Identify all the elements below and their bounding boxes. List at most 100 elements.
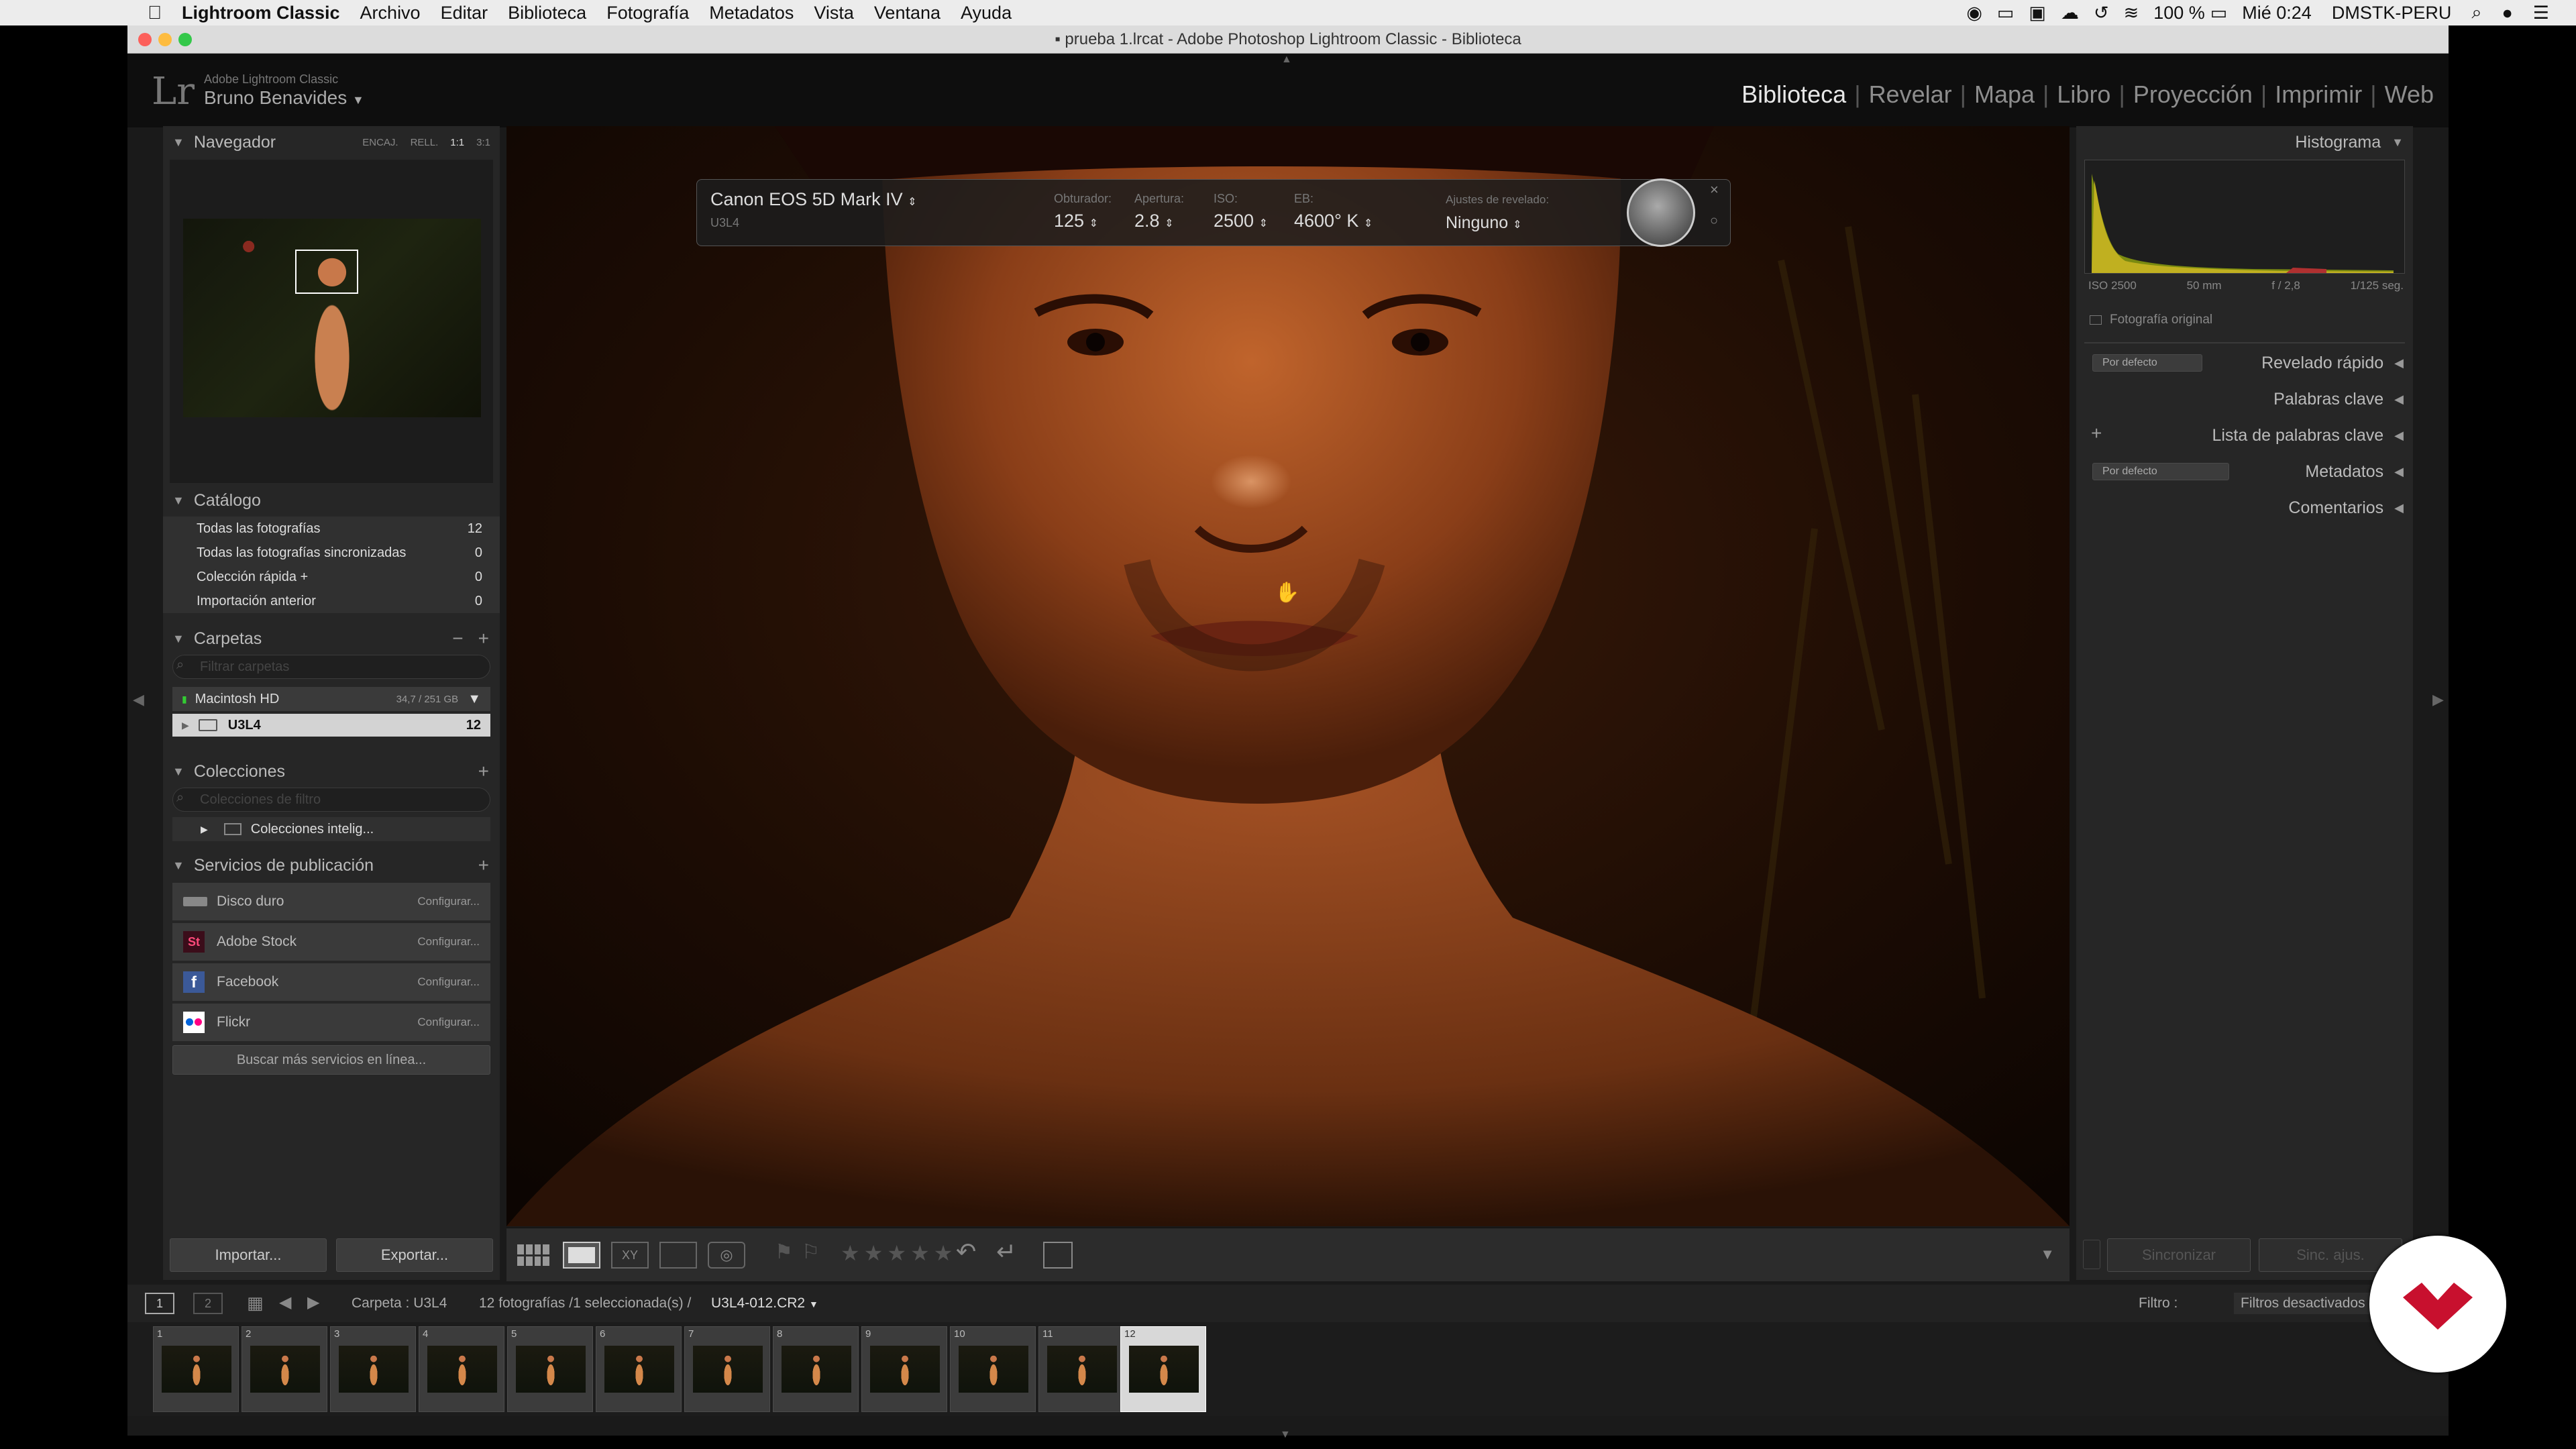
forward-arrow-icon[interactable]: ▶ [307, 1293, 319, 1312]
shutter-value[interactable]: 125 ⇕ [1054, 211, 1098, 231]
zoom-fit[interactable]: ENCAJ. [362, 137, 398, 148]
notification-center-icon[interactable]: ☰ [2533, 3, 2549, 23]
export-button[interactable]: Exportar... [336, 1238, 493, 1272]
folder-row-selected[interactable]: ▶ U3L4 12 [172, 714, 490, 737]
menu-fotografia[interactable]: Fotografía [606, 3, 689, 23]
zoom-window-button[interactable] [178, 33, 192, 46]
folders-search-input[interactable]: Filtrar carpetas [172, 655, 490, 679]
keywords-header[interactable]: Palabras clave ◀ [2076, 381, 2413, 417]
publish-service-facebook[interactable]: f Facebook Configurar... [172, 963, 490, 1001]
filmstrip-thumb[interactable]: 9 [861, 1326, 947, 1412]
close-icon[interactable]: × [1710, 181, 1719, 199]
volume-row[interactable]: ▮ Macintosh HD 34,7 / 251 GB ▼ [172, 687, 490, 711]
filmstrip-thumb[interactable]: 6 [596, 1326, 682, 1412]
zoom-3-1[interactable]: 3:1 [476, 137, 490, 148]
record-icon[interactable]: ◉ [1966, 3, 1982, 23]
menu-ayuda[interactable]: Ayuda [961, 3, 1012, 23]
flag-pick-icon[interactable]: ⚑ [775, 1240, 793, 1264]
people-view-icon[interactable]: ◎ [708, 1242, 745, 1269]
grid-icon[interactable]: ▦ [247, 1293, 264, 1313]
configure-link[interactable]: Configurar... [417, 895, 480, 908]
configure-link[interactable]: Configurar... [417, 1016, 480, 1029]
add-keyword-icon[interactable]: + [2091, 423, 2102, 444]
siri-icon[interactable]: ● [2502, 3, 2512, 23]
disclosure-triangle-icon[interactable]: ▶ [201, 824, 208, 835]
rotate-left-icon[interactable]: ↶ [956, 1238, 976, 1266]
original-photo-checkbox[interactable]: Fotografía original [2090, 313, 2212, 327]
survey-view-icon[interactable] [659, 1242, 697, 1269]
loupe-view-icon[interactable] [563, 1242, 600, 1269]
metadata-header[interactable]: Por defecto Metadatos ◀ [2076, 453, 2413, 490]
iso-value[interactable]: 2500 ⇕ [1214, 211, 1268, 231]
filmstrip-thumb[interactable]: 8 [773, 1326, 859, 1412]
quick-develop-header[interactable]: Por defecto Revelado rápido ◀ [2076, 345, 2413, 381]
module-mapa[interactable]: Mapa [1974, 80, 2035, 109]
record-indicator-icon[interactable]: ○ [1710, 213, 1718, 229]
menu-archivo[interactable]: Archivo [360, 3, 421, 23]
preset-value[interactable]: Ninguno ⇕ [1446, 213, 1522, 233]
selected-file-name[interactable]: U3L4-012.CR2 ▼ [711, 1295, 818, 1311]
collapse-right-icon[interactable]: ▶ [2432, 691, 2444, 708]
menu-app[interactable]: Lightroom Classic [182, 3, 340, 23]
identity-user[interactable]: Bruno Benavides ▼ [204, 87, 364, 109]
filmstrip-thumb[interactable]: 4 [419, 1326, 504, 1412]
collections-search-input[interactable]: Colecciones de filtro [172, 788, 490, 812]
disclosure-triangle-icon[interactable]: ▶ [182, 720, 189, 731]
cast-icon[interactable]: ▣ [2029, 3, 2046, 23]
configure-link[interactable]: Configurar... [417, 935, 480, 949]
chevron-down-icon[interactable]: ▼ [468, 692, 481, 707]
rotate-right-icon[interactable]: ↵ [996, 1238, 1016, 1266]
smart-collections-row[interactable]: ▶ Colecciones intelig... [172, 817, 490, 841]
menu-ventana[interactable]: Ventana [874, 3, 941, 23]
shutter-release-button[interactable] [1627, 178, 1695, 247]
metadata-preset-select[interactable]: Por defecto [2092, 463, 2229, 480]
catalog-header[interactable]: ▼ Catálogo [163, 484, 500, 517]
battery-icon[interactable]: ▭ [2210, 3, 2228, 23]
histogram-chart[interactable] [2084, 160, 2405, 274]
collapse-bottom-icon[interactable]: ▼ [1280, 1429, 1291, 1441]
main-window-button[interactable]: 1 [145, 1293, 174, 1314]
navigator-preview[interactable] [170, 160, 493, 483]
configure-link[interactable]: Configurar... [417, 975, 480, 989]
folders-header[interactable]: ▼ Carpetas − + [163, 623, 500, 655]
publish-service-flickr[interactable]: Flickr Configurar... [172, 1004, 490, 1041]
module-revelar[interactable]: Revelar [1869, 80, 1952, 109]
star-rating[interactable]: ★★★★★ [841, 1240, 957, 1266]
sync-button[interactable]: Sincronizar [2107, 1238, 2251, 1272]
filmstrip-thumb-selected[interactable]: 12 [1120, 1326, 1206, 1412]
filmstrip-thumb[interactable]: 2 [241, 1326, 327, 1412]
publish-header[interactable]: ▼ Servicios de publicación + [163, 849, 500, 881]
add-folder-icon[interactable]: + [478, 628, 489, 649]
histogram-header[interactable]: Histograma ▼ [2076, 126, 2413, 158]
grid-view-icon[interactable] [515, 1242, 552, 1269]
clock[interactable]: Mié 0:24 [2242, 3, 2312, 23]
find-more-services-button[interactable]: Buscar más servicios en línea... [172, 1045, 490, 1075]
menu-biblioteca[interactable]: Biblioteca [508, 3, 586, 23]
module-imprimir[interactable]: Imprimir [2275, 80, 2362, 109]
add-service-icon[interactable]: + [478, 855, 489, 876]
navigator-zoom-frame[interactable] [295, 250, 358, 294]
publish-service-adobe-stock[interactable]: St Adobe Stock Configurar... [172, 923, 490, 961]
checkbox-icon[interactable] [2090, 315, 2102, 325]
quick-develop-preset-select[interactable]: Por defecto [2092, 354, 2202, 372]
module-libro[interactable]: Libro [2057, 80, 2110, 109]
close-window-button[interactable] [138, 33, 152, 46]
user-name[interactable]: DMSTK-PERU [2332, 3, 2452, 23]
navigator-header[interactable]: ▼ Navegador ENCAJ. RELL. 1:1 3:1 [163, 126, 500, 158]
toolbar-options-chevron-icon[interactable]: ▼ [2040, 1246, 2055, 1263]
zoom-fill[interactable]: RELL. [411, 137, 439, 148]
menu-metadatos[interactable]: Metadatos [709, 3, 794, 23]
module-biblioteca[interactable]: Biblioteca [1741, 80, 1846, 109]
collapse-left-icon[interactable]: ◀ [133, 691, 144, 708]
compare-view-icon[interactable]: XY [611, 1242, 649, 1269]
crop-overlay-icon[interactable] [1043, 1242, 1073, 1269]
collapse-top-icon[interactable]: ▲ [1281, 54, 1292, 66]
filmstrip-thumb[interactable]: 5 [507, 1326, 593, 1412]
remove-folder-icon[interactable]: − [452, 628, 463, 649]
filmstrip-thumb[interactable]: 7 [684, 1326, 770, 1412]
camera-model[interactable]: Canon EOS 5D Mark IV ⇕ [710, 189, 917, 210]
sync-toggle[interactable] [2083, 1240, 2100, 1269]
filmstrip-thumb[interactable]: 3 [330, 1326, 416, 1412]
menu-editar[interactable]: Editar [441, 3, 488, 23]
back-arrow-icon[interactable]: ◀ [279, 1293, 291, 1312]
